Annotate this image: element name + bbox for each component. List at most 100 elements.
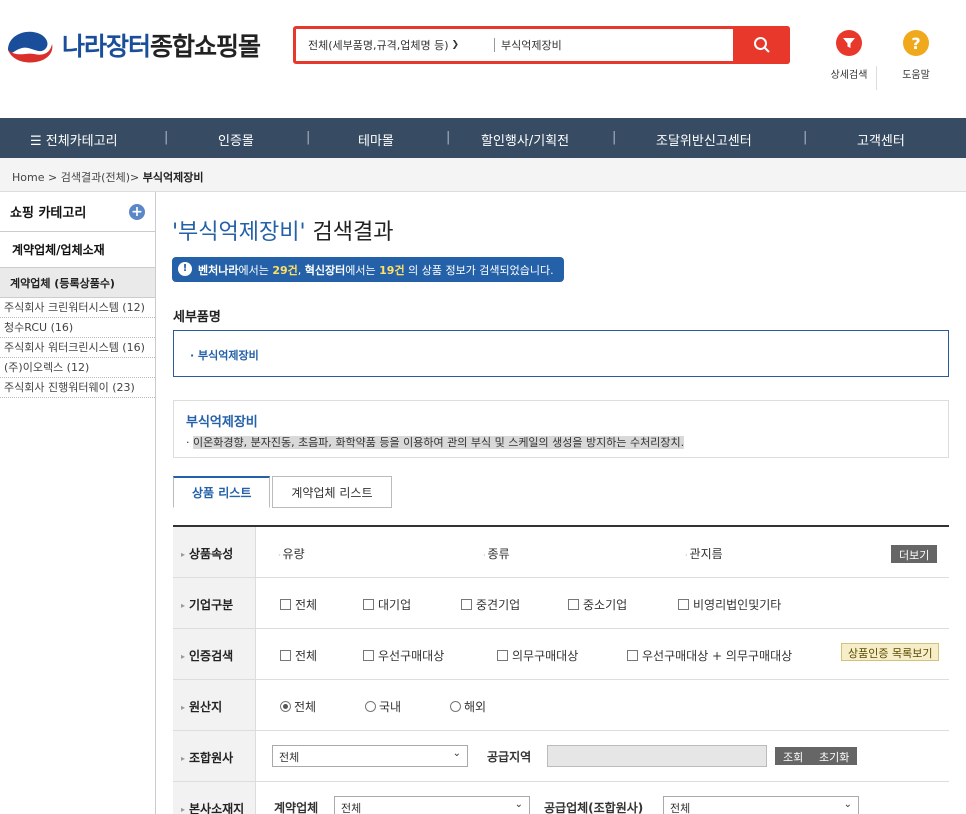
filter-row-union-member: ▸ 조합원사 전체 ⌄ 공급지역 조회 초기화 <box>173 731 949 782</box>
banner-text: 에서는 <box>238 264 269 277</box>
union-member-select[interactable]: 전체 ⌄ <box>272 745 468 767</box>
radio-icon <box>450 701 461 712</box>
radio-label: 국내 <box>379 700 402 714</box>
nav-sales-events[interactable]: 할인행사/기획전 <box>481 130 569 149</box>
sidebar-shopping-category[interactable]: 쇼핑 카테고리 + <box>0 192 155 232</box>
item-description-title: 부식억제장비 <box>186 415 258 430</box>
page-title-query: '부식억제장비' <box>172 220 306 245</box>
sidebar: 쇼핑 카테고리 + 계약업체/업체소재 계약업체 (등록상품수) 주식회사 크린… <box>0 192 156 814</box>
item-description-box: 부식억제장비 · 이온화경향, 분자진동, 초음파, 화학약품 등을 이용하여 … <box>173 400 949 458</box>
checkbox-label: 중소기업 <box>583 598 628 612</box>
detail-search-button[interactable]: 상세검색 <box>824 30 874 81</box>
origin-overseas-radio[interactable]: 해외 <box>450 698 486 715</box>
sidebar-contract-vendors[interactable]: 계약업체/업체소재 <box>0 232 155 268</box>
filter-label: ▸ 상품속성 <box>173 527 256 577</box>
search-icon <box>753 37 770 53</box>
sidebar-shopping-category-label: 쇼핑 카테고리 <box>10 206 87 221</box>
more-button[interactable]: 더보기 <box>891 545 938 563</box>
cert-all-checkbox[interactable]: 전체 <box>280 647 317 664</box>
chevron-down-icon: ⌄ <box>514 799 523 810</box>
attr-type[interactable]: · 종류 <box>483 545 510 562</box>
nav-violation-report[interactable]: 조달위반신고센터 <box>656 130 752 149</box>
supplier-select[interactable]: 전체 ⌄ <box>663 796 859 814</box>
search-input[interactable] <box>501 29 733 61</box>
cert-list-button[interactable]: 상품인증 목록보기 <box>841 643 940 661</box>
attr-flow-label: 유량 <box>282 547 305 561</box>
search-bar: 전체(세부품명,규격,업체명 등) ❯ <box>293 26 790 64</box>
banner-text: 의 상품 정보가 검색되었습니다. <box>408 264 554 277</box>
checkbox-icon <box>363 650 374 661</box>
sidebar-vendor-item[interactable]: (주)이오렉스 (12) <box>0 358 155 378</box>
region-reset-button[interactable]: 초기화 <box>811 747 858 765</box>
cert-both-checkbox[interactable]: 우선구매대상 + 의무구매대상 <box>627 647 792 664</box>
checkbox-icon <box>280 599 291 610</box>
taegeuk-logo-icon <box>8 31 53 63</box>
attr-flow[interactable]: · 유량 <box>278 545 305 562</box>
sidebar-vendor-item[interactable]: 청수RCU (16) <box>0 318 155 338</box>
search-scope-label: 전체(세부품명,규격,업체명 등) <box>308 39 449 52</box>
select-value: 전체 <box>341 802 362 814</box>
region-search-button[interactable]: 조회 <box>775 747 812 765</box>
checkbox-label: 비영리법인및기타 <box>693 598 782 612</box>
sidebar-vendor-item[interactable]: 주식회사 진행워터웨이 (23) <box>0 378 155 398</box>
search-scope-select[interactable]: 전체(세부품명,규격,업체명 등) ❯ <box>296 37 494 53</box>
nav-customer-center[interactable]: 고객센터 <box>857 130 905 149</box>
filter-label-text: 인증검색 <box>189 649 234 663</box>
company-all-checkbox[interactable]: 전체 <box>280 596 317 613</box>
site-logo[interactable]: 나라장터종합쇼핑몰 <box>4 24 261 66</box>
nav-cert-mall[interactable]: 인증몰 <box>218 130 254 149</box>
breadcrumb-sep: > <box>47 171 58 184</box>
checkbox-label: 대기업 <box>378 598 412 612</box>
company-sme-checkbox[interactable]: 중소기업 <box>568 596 627 613</box>
filter-label: ▸ 원산지 <box>173 680 256 730</box>
radio-icon <box>365 701 376 712</box>
bullet-icon: ▸ <box>181 652 186 661</box>
search-button[interactable] <box>733 26 790 64</box>
select-value: 전체 <box>279 751 300 764</box>
filter-row-hq-location: ▸ 본사소재지 계약업체 전체 ⌄ 공급업체(조합원사) 전체 ⌄ <box>173 782 949 814</box>
breadcrumb-search-results[interactable]: 검색결과(전체) <box>61 171 130 184</box>
company-nonprofit-checkbox[interactable]: 비영리법인및기타 <box>678 596 781 613</box>
nav-all-categories[interactable]: ☰ 전체카테고리 <box>30 130 118 149</box>
company-large-checkbox[interactable]: 대기업 <box>363 596 411 613</box>
breadcrumb-home[interactable]: Home <box>12 171 44 184</box>
supply-region-label: 공급지역 <box>487 750 532 764</box>
filter-row-attributes: ▸ 상품속성 · 유량 · 종류 · 관지름 더보기 <box>173 527 949 578</box>
help-icon: ? <box>903 30 929 56</box>
nav-separator: | <box>612 130 617 145</box>
detail-item-link[interactable]: · 부식억제장비 <box>190 349 259 362</box>
tab-product-list[interactable]: 상품 리스트 <box>173 476 271 508</box>
bullet-icon: · <box>483 551 486 560</box>
nav-all-categories-label: 전체카테고리 <box>45 134 118 149</box>
filter-label: ▸ 본사소재지 <box>173 782 256 814</box>
detail-search-label: 상세검색 <box>830 70 868 81</box>
checkbox-label: 전체 <box>295 649 318 663</box>
detail-item-section-label: 세부품명 <box>173 310 221 325</box>
origin-all-radio[interactable]: 전체 <box>280 698 316 715</box>
help-button[interactable]: ? 도움말 <box>891 30 941 81</box>
company-midsize-checkbox[interactable]: 중견기업 <box>461 596 520 613</box>
checkbox-label: 우선구매대상 <box>378 649 445 663</box>
logo-text-blue: 나라장터 <box>62 32 151 61</box>
supply-region-field[interactable] <box>547 745 767 767</box>
nav-theme-mall[interactable]: 테마몰 <box>358 130 394 149</box>
filter-label: ▸ 기업구분 <box>173 578 256 628</box>
filter-row-company-type: ▸ 기업구분 전체 대기업 중견기업 중소기업 비영리법인및기타 <box>173 578 949 629</box>
plus-icon[interactable]: + <box>129 204 145 220</box>
tab-vendor-list[interactable]: 계약업체 리스트 <box>272 476 392 508</box>
cert-priority-checkbox[interactable]: 우선구매대상 <box>363 647 444 664</box>
breadcrumb: Home > 검색결과(전체)> 부식억제장비 <box>0 158 966 192</box>
sidebar-vendor-item[interactable]: 주식회사 워터크린시스템 (16) <box>0 338 155 358</box>
sidebar-vendor-item[interactable]: 주식회사 크린워터시스템 (12) <box>0 298 155 318</box>
cert-mandatory-checkbox[interactable]: 의무구매대상 <box>497 647 578 664</box>
bullet-icon: ▸ <box>181 754 186 763</box>
checkbox-icon <box>627 650 638 661</box>
checkbox-icon <box>678 599 689 610</box>
contract-vendor-select[interactable]: 전체 ⌄ <box>334 796 530 814</box>
nav-separator: | <box>306 130 311 145</box>
origin-domestic-radio[interactable]: 국내 <box>365 698 401 715</box>
select-value: 전체 <box>670 802 691 814</box>
venture-nara-label: 벤처나라 <box>198 264 239 277</box>
contract-vendor-label: 계약업체 <box>274 801 319 814</box>
attr-pipe-diameter[interactable]: · 관지름 <box>685 545 723 562</box>
